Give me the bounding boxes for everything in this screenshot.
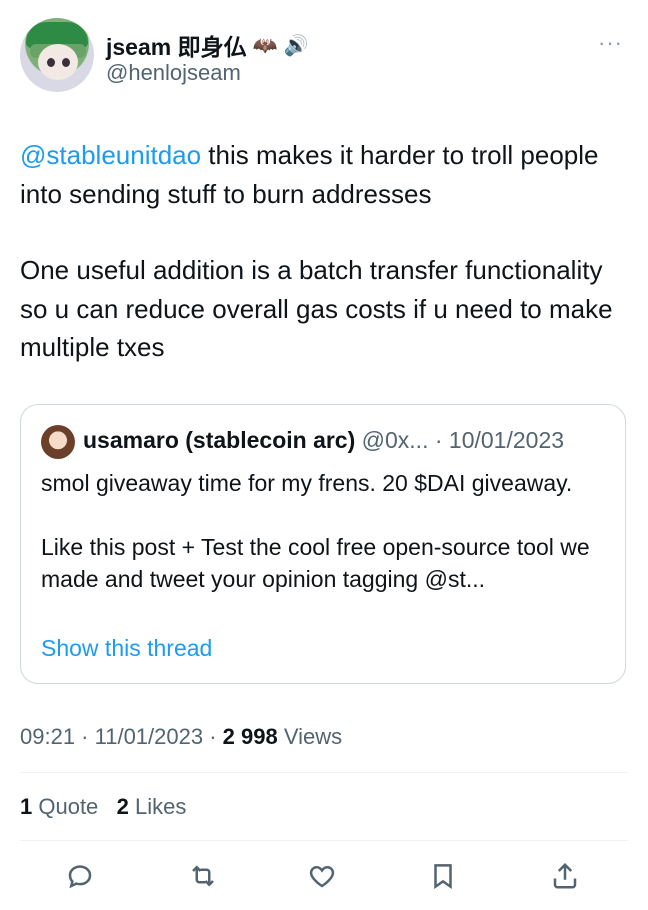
quoted-paragraph-1: smol giveaway time for my frens. 20 $DAI… xyxy=(41,470,573,496)
reply-button[interactable] xyxy=(62,858,98,894)
more-options-icon[interactable]: ··· xyxy=(598,30,623,56)
bat-emoji-icon: 🦇 xyxy=(252,34,278,57)
tweet-time[interactable]: 09:21 xyxy=(20,724,75,749)
tweet-meta: 09:21 · 11/01/2023 · 2 998 Views xyxy=(20,724,342,750)
tweet-text: @stableunitdao this makes it harder to t… xyxy=(20,136,630,367)
quoted-tweet-text: smol giveaway time for my frens. 20 $DAI… xyxy=(41,467,611,595)
separator-dot: · xyxy=(75,724,95,749)
separator-dot: · xyxy=(203,724,223,749)
quoted-author-avatar[interactable] xyxy=(41,425,75,459)
bookmark-button[interactable] xyxy=(425,858,461,894)
reply-icon xyxy=(68,865,92,889)
retweet-icon xyxy=(192,865,214,887)
like-button[interactable] xyxy=(304,858,340,894)
engagement-stats: 1 Quote 2 Likes xyxy=(20,794,186,820)
display-name[interactable]: jseam 即身仏 xyxy=(106,28,247,62)
views-count: 2 998 xyxy=(222,724,278,749)
divider xyxy=(20,840,628,841)
quoted-tweet-header: usamaro (stablecoin arc) @0x... · 10/01/… xyxy=(83,427,564,454)
quotes-label: Quote xyxy=(32,794,99,819)
tweet-date[interactable]: 11/01/2023 xyxy=(95,724,203,749)
heart-icon xyxy=(309,865,335,888)
views-label: Views xyxy=(277,724,343,749)
quoted-tweet-date[interactable]: 10/01/2023 xyxy=(449,427,564,453)
quoted-author-name[interactable]: usamaro (stablecoin arc) xyxy=(83,427,355,453)
likes-stat[interactable]: 2 Likes xyxy=(117,794,187,819)
separator-dot: · xyxy=(428,427,449,453)
quoted-author-handle[interactable]: @0x... xyxy=(362,427,429,453)
quotes-count: 1 xyxy=(20,794,33,819)
bookmark-icon xyxy=(434,864,452,890)
share-icon xyxy=(553,862,577,889)
divider xyxy=(20,772,628,773)
share-button[interactable] xyxy=(547,858,583,894)
speaker-emoji-icon: 🔊 xyxy=(283,34,309,57)
likes-count: 2 xyxy=(116,794,129,819)
author-name[interactable]: jseam 即身仏 🦇 🔊 xyxy=(106,28,308,62)
likes-label: Likes xyxy=(128,794,187,819)
tweet-paragraph-2: One useful addition is a batch transfer … xyxy=(20,255,613,362)
retweet-button[interactable] xyxy=(185,858,221,894)
quotes-stat[interactable]: 1 Quote xyxy=(20,794,98,819)
quoted-tweet-card[interactable]: usamaro (stablecoin arc) @0x... · 10/01/… xyxy=(20,404,626,684)
mention-link[interactable]: @stableunitdao xyxy=(20,140,201,170)
author-handle[interactable]: @henlojseam xyxy=(106,60,241,86)
show-thread-link[interactable]: Show this thread xyxy=(41,635,212,662)
quoted-paragraph-2: Like this post + Test the cool free open… xyxy=(41,534,590,592)
author-avatar[interactable] xyxy=(20,18,94,92)
